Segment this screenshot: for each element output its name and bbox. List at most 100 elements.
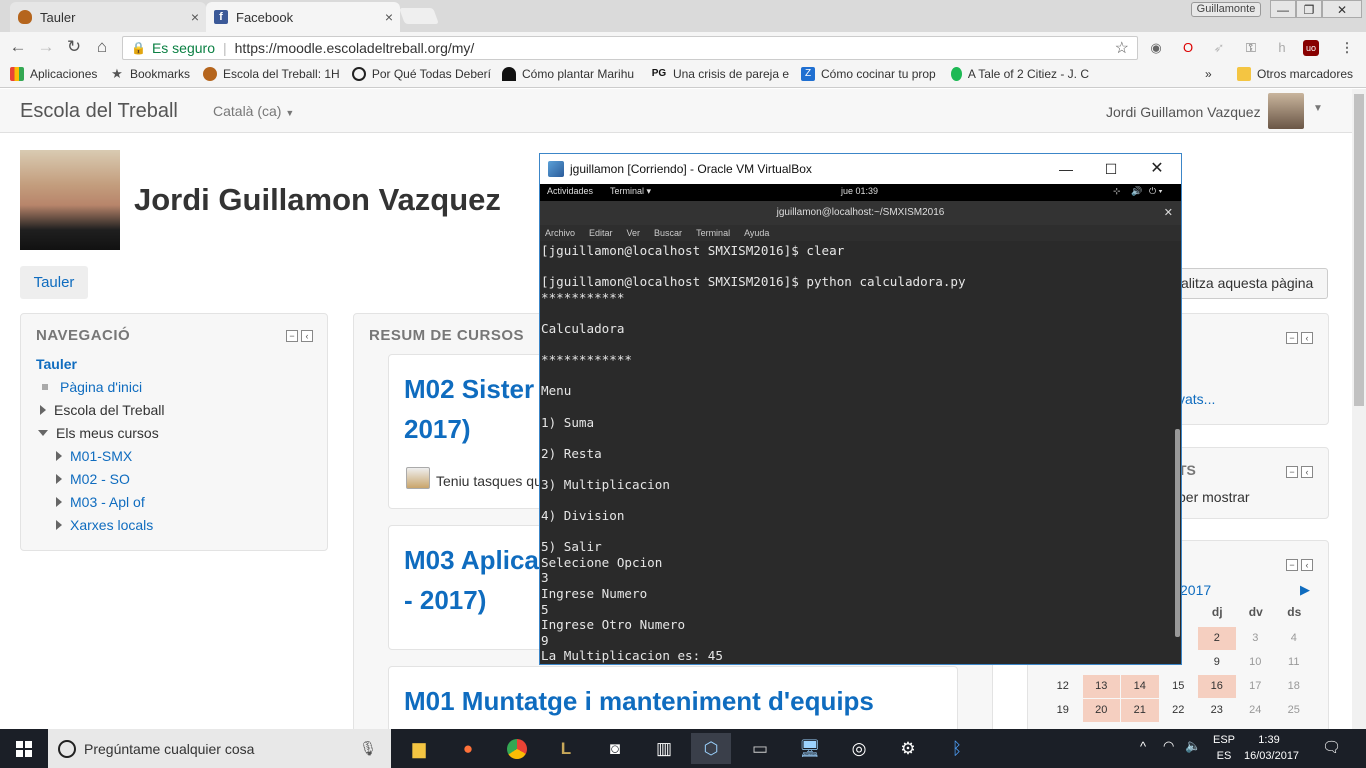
nav-label[interactable]: Xarxes locals bbox=[70, 517, 153, 533]
bookmark-item[interactable]: Z Cómo cocinar tu prop bbox=[801, 67, 939, 81]
extension-icon[interactable]: ➶ bbox=[1208, 37, 1230, 59]
bookmark-item[interactable]: ★ Bookmarks bbox=[110, 67, 190, 81]
reload-icon[interactable]: ↻ bbox=[62, 36, 86, 58]
other-bookmarks[interactable]: Otros marcadores bbox=[1237, 67, 1353, 81]
nav-label[interactable]: M03 - Apl of bbox=[70, 494, 145, 510]
forward-icon[interactable]: → bbox=[34, 36, 58, 58]
collapse-icon[interactable]: − bbox=[1286, 466, 1298, 478]
language-menu[interactable]: Català (ca) ▼ bbox=[213, 103, 294, 119]
bookmark-item[interactable]: Escola del Treball: 1H bbox=[203, 67, 348, 81]
calendar-day[interactable]: 10 bbox=[1237, 651, 1275, 674]
nav-label[interactable]: Pàgina d'inici bbox=[60, 379, 142, 395]
calendar-day[interactable]: 12 bbox=[1044, 675, 1082, 698]
user-menu-name[interactable]: Jordi Guillamon Vazquez bbox=[1106, 104, 1261, 120]
dock-icon[interactable]: ‹ bbox=[1301, 466, 1313, 478]
camera-icon[interactable]: ◙ bbox=[595, 733, 635, 764]
terminal-scrollbar-thumb[interactable] bbox=[1175, 429, 1180, 637]
terminal-close-icon[interactable]: ✕ bbox=[1164, 201, 1173, 225]
breadcrumb-dashboard[interactable]: Tauler bbox=[20, 266, 88, 299]
calendar-day[interactable]: 25 bbox=[1275, 699, 1313, 722]
firefox-icon[interactable]: ● bbox=[448, 733, 488, 764]
avatar[interactable] bbox=[1268, 93, 1304, 129]
minimize-icon[interactable]: — bbox=[1043, 154, 1089, 184]
calendar-day[interactable]: 16 bbox=[1198, 675, 1236, 698]
nav-site[interactable]: Escola del Treball bbox=[40, 402, 165, 418]
calendar-day[interactable]: 23 bbox=[1198, 699, 1236, 722]
maximize-icon[interactable]: ☐ bbox=[1088, 154, 1134, 184]
power-icon[interactable]: ⏻ ▾ bbox=[1149, 186, 1162, 197]
calendar-next-icon[interactable]: ▶ bbox=[1300, 582, 1310, 598]
start-button[interactable] bbox=[0, 729, 48, 768]
close-icon[interactable]: ✕ bbox=[1322, 0, 1362, 18]
collapse-icon[interactable]: − bbox=[1286, 332, 1298, 344]
url-text[interactable]: https://moodle.escoladeltreball.org/my/ bbox=[235, 40, 475, 56]
menu-archivo[interactable]: Archivo bbox=[545, 228, 575, 238]
taskbar-clock[interactable]: 1:39 16/03/2017 bbox=[1244, 732, 1299, 764]
bookmark-item[interactable]: A Tale of 2 Citiez - J. C bbox=[951, 67, 1089, 81]
chrome-icon[interactable] bbox=[497, 733, 537, 764]
bluetooth-icon[interactable]: ᛒ bbox=[937, 733, 977, 764]
menu-icon[interactable]: ⋮ bbox=[1336, 37, 1358, 59]
home-icon[interactable]: ⌂ bbox=[90, 36, 114, 58]
microphone-icon[interactable]: 🎙 bbox=[359, 740, 377, 757]
menu-ver[interactable]: Ver bbox=[627, 228, 641, 238]
language-indicator[interactable]: ESP ES bbox=[1210, 732, 1238, 764]
dock-icon[interactable]: ‹ bbox=[1301, 332, 1313, 344]
course-title-line[interactable]: 2017) bbox=[404, 409, 471, 449]
course-title-line[interactable]: - 2017) bbox=[404, 580, 486, 620]
back-icon[interactable]: ← bbox=[6, 36, 30, 58]
terminal-body[interactable]: [jguillamon@localhost SMXISM2016]$ clear… bbox=[540, 241, 1174, 664]
site-brand[interactable]: Escola del Treball bbox=[20, 100, 178, 123]
profile-button[interactable]: Guillamonte bbox=[1191, 2, 1261, 17]
collapse-icon[interactable]: − bbox=[286, 330, 298, 342]
nav-dashboard[interactable]: Tauler bbox=[36, 356, 77, 372]
calendar-day[interactable]: 3 bbox=[1237, 627, 1275, 650]
nav-course[interactable]: M02 - SO bbox=[56, 471, 130, 487]
course-title-line[interactable]: M03 Aplica bbox=[404, 540, 539, 580]
tab-tauler[interactable]: Tauler × bbox=[10, 2, 206, 32]
customise-page-button[interactable]: alitza aquesta pàgina bbox=[1170, 268, 1328, 299]
gnome-clock[interactable]: jue 01:39 bbox=[841, 186, 878, 196]
calendar-day[interactable]: 17 bbox=[1237, 675, 1275, 698]
side-block-link[interactable]: vats... bbox=[1178, 391, 1215, 407]
nav-label[interactable]: M01-SMX bbox=[70, 448, 132, 464]
dock-icon[interactable]: ‹ bbox=[1301, 559, 1313, 571]
tab-close-icon[interactable]: × bbox=[184, 9, 206, 25]
tab-close-icon[interactable]: × bbox=[378, 9, 400, 25]
virtualbox-taskbar-icon[interactable]: ⬡ bbox=[691, 733, 731, 764]
close-icon[interactable]: ✕ bbox=[1134, 154, 1180, 184]
caret-down-icon[interactable]: ▼ bbox=[1313, 103, 1323, 114]
nav-course[interactable]: Xarxes locals bbox=[56, 517, 153, 533]
nav-my-courses[interactable]: Els meus cursos bbox=[38, 425, 159, 441]
activities-button[interactable]: Actividades bbox=[547, 186, 593, 196]
bookmark-apps[interactable]: Aplicaciones bbox=[10, 67, 97, 81]
terminal-app-menu[interactable]: Terminal ▾ bbox=[610, 186, 651, 197]
file-explorer-icon[interactable]: ▆ bbox=[399, 733, 439, 764]
bookmarks-overflow[interactable]: » bbox=[1205, 67, 1212, 81]
extension-icon[interactable]: ⚿ bbox=[1240, 37, 1262, 59]
menu-editar[interactable]: Editar bbox=[589, 228, 613, 238]
page-scrollbar-thumb[interactable] bbox=[1354, 94, 1364, 406]
calendar-day[interactable]: 20 bbox=[1082, 699, 1120, 722]
nav-label[interactable]: Tauler bbox=[36, 356, 77, 372]
tab-facebook[interactable]: f Facebook × bbox=[206, 2, 400, 32]
calendar-day[interactable]: 22 bbox=[1160, 699, 1198, 722]
calendar-day[interactable]: 11 bbox=[1275, 651, 1313, 674]
app-icon[interactable]: ▥ bbox=[644, 733, 684, 764]
course-title[interactable]: M01 Muntatge i manteniment d'equips bbox=[404, 681, 874, 721]
remote-desktop-icon[interactable]: 🖥 bbox=[790, 733, 830, 764]
ublock-icon[interactable]: uo bbox=[1303, 40, 1319, 56]
calendar-day[interactable]: 24 bbox=[1237, 699, 1275, 722]
nav-site-home[interactable]: Pàgina d'inici bbox=[40, 379, 142, 395]
extension-icon[interactable]: h bbox=[1271, 37, 1293, 59]
extension-icon[interactable]: ◉ bbox=[1145, 37, 1167, 59]
calendar-day[interactable]: 13 bbox=[1082, 675, 1120, 698]
opera-icon[interactable]: O bbox=[1177, 37, 1199, 59]
nav-course[interactable]: M01-SMX bbox=[56, 448, 132, 464]
menu-ayuda[interactable]: Ayuda bbox=[744, 228, 769, 238]
bookmark-item[interactable]: Por Qué Todas Deberí bbox=[352, 67, 491, 81]
nav-course[interactable]: M03 - Apl of bbox=[56, 494, 145, 510]
calendar-day[interactable]: 4 bbox=[1275, 627, 1313, 650]
menu-buscar[interactable]: Buscar bbox=[654, 228, 682, 238]
bookmark-item[interactable]: Cómo plantar Marihu bbox=[502, 67, 640, 81]
